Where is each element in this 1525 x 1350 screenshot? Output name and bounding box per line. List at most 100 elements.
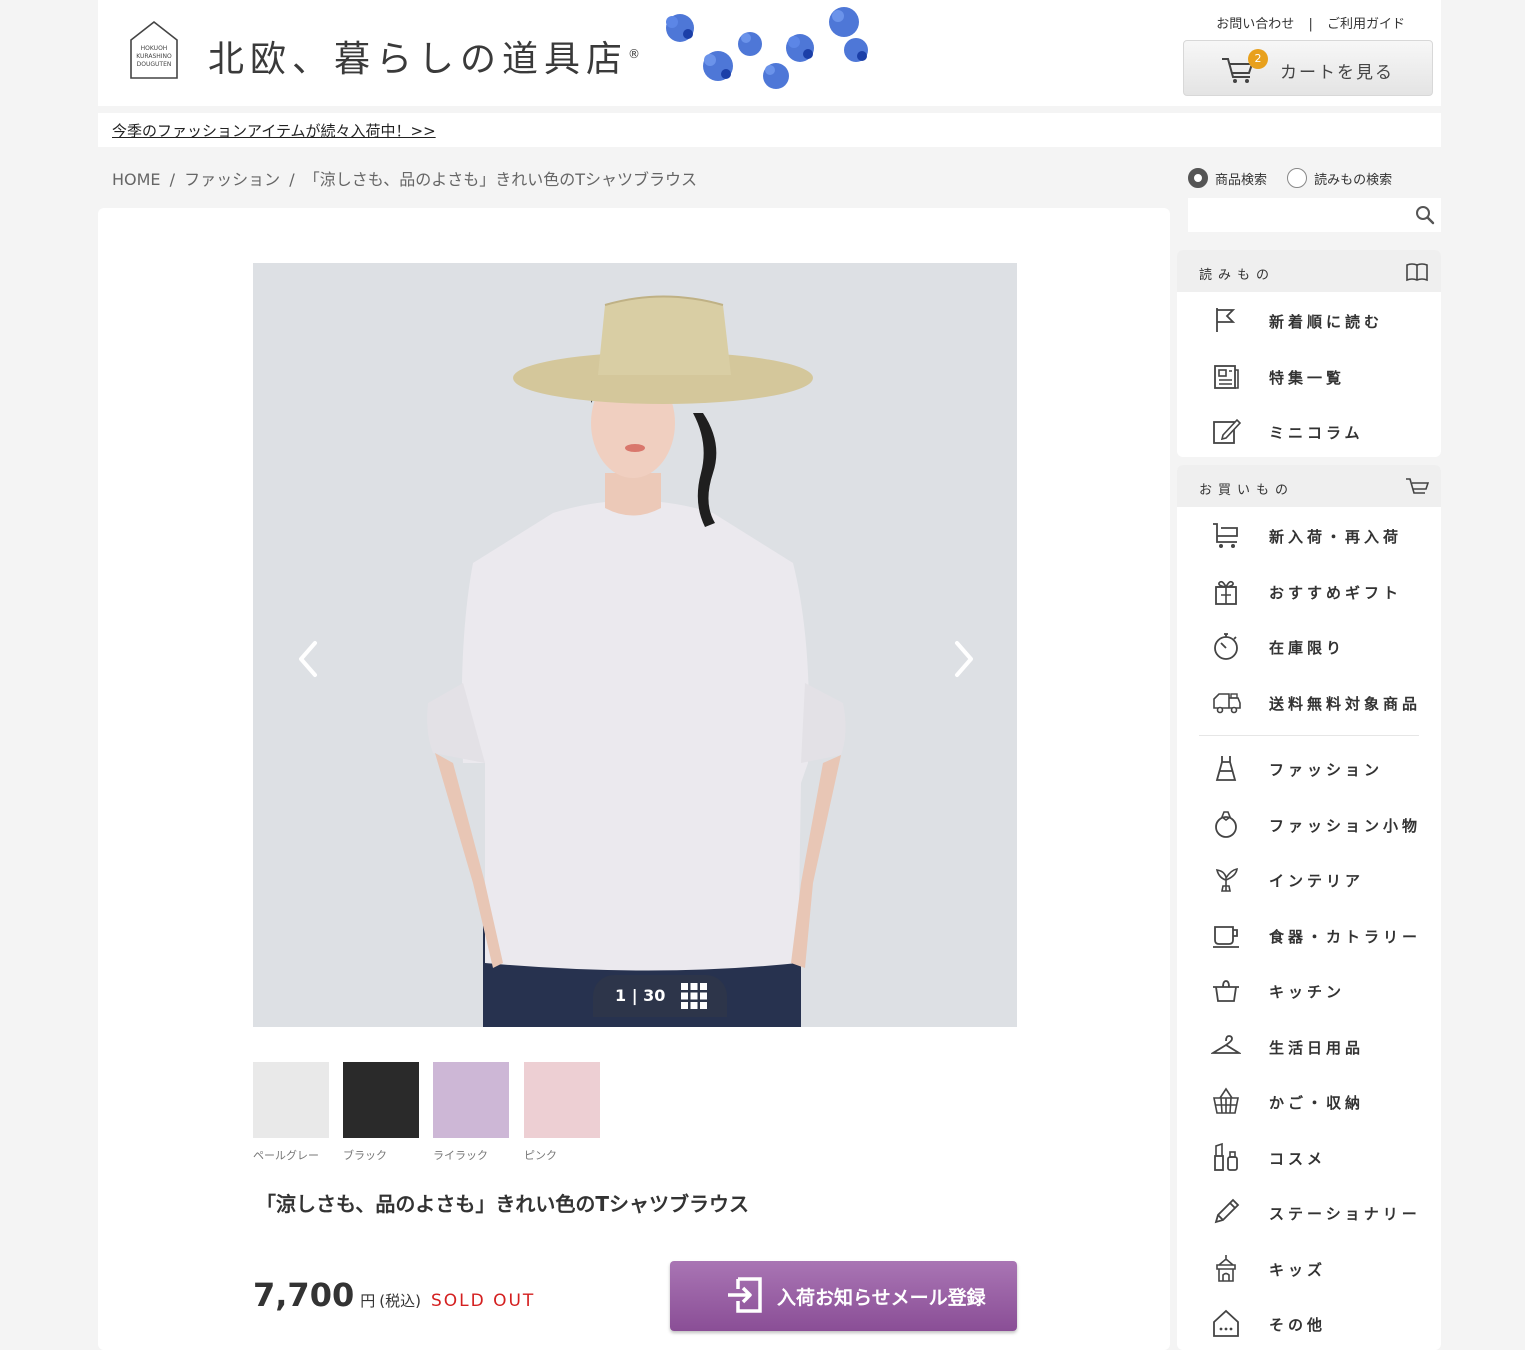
search-mode-group: 商品検索 読みもの検索 bbox=[1188, 168, 1408, 192]
sidebar-item-interior[interactable]: インテリア bbox=[1177, 851, 1441, 907]
view-cart-button[interactable]: 2 カートを見る bbox=[1183, 40, 1433, 96]
color-thumbnail[interactable] bbox=[253, 1062, 329, 1138]
notice-bar: 今季のファッションアイテムが続々入荷中！>> bbox=[98, 113, 1441, 147]
cart-new-icon bbox=[1211, 520, 1241, 550]
svg-text:KURASHINO: KURASHINO bbox=[136, 53, 172, 60]
product-price: 7,700 bbox=[253, 1276, 355, 1314]
sidebar-item-label: 在庫限り bbox=[1269, 639, 1346, 657]
sidebar-item-kitchen[interactable]: キッチン bbox=[1177, 962, 1441, 1018]
gift-icon bbox=[1211, 576, 1241, 606]
price-unit: 円 bbox=[360, 1292, 376, 1310]
registered-mark: ® bbox=[628, 47, 641, 61]
cart-icon bbox=[1405, 476, 1429, 498]
sidebar-item-free-shipping[interactable]: 送料無料対象商品 bbox=[1177, 674, 1441, 730]
color-thumbnail[interactable] bbox=[433, 1062, 509, 1138]
site-logo-text[interactable]: 北欧、暮らしの道具店® bbox=[208, 30, 640, 82]
sidebar-shopping-title: お買いもの bbox=[1199, 483, 1295, 498]
search-mode-product-radio[interactable]: 商品検索 bbox=[1188, 168, 1267, 188]
cup-icon bbox=[1211, 920, 1241, 950]
sidebar-item-fashion[interactable]: ファッション bbox=[1177, 740, 1441, 796]
newspaper-icon bbox=[1211, 361, 1241, 391]
breadcrumb-separator: / bbox=[169, 170, 176, 189]
search-mode-reading-radio[interactable]: 読みもの検索 bbox=[1287, 168, 1392, 188]
sidebar-shopping-panel: お買いもの 新入荷・再入荷 おすすめギフト 在庫限り 送料無料対象商品 ファッションフ… bbox=[1177, 465, 1441, 1350]
breadcrumb-separator: / bbox=[289, 170, 295, 189]
gallery-current-index: 1 bbox=[615, 986, 627, 1005]
house-icon bbox=[1211, 1308, 1241, 1338]
breadcrumb-fashion[interactable]: ファッション bbox=[184, 170, 280, 189]
sidebar-item-label: キッズ bbox=[1269, 1260, 1327, 1279]
breadcrumb-home[interactable]: HOME bbox=[112, 170, 161, 189]
sidebar-item-limited-stock[interactable]: 在庫限り bbox=[1177, 618, 1441, 674]
sidebar-item-label: コスメ bbox=[1269, 1149, 1327, 1168]
sidebar-item-label: ステーショナリー bbox=[1269, 1205, 1421, 1223]
color-thumbnail-label: ライラック bbox=[433, 1149, 488, 1162]
pen-icon bbox=[1211, 1197, 1241, 1227]
breadcrumb: HOME / ファッション / 「涼しさも、品のよさも」きれい色のTシャツブラウ… bbox=[112, 166, 701, 190]
sidebar-item-gifts[interactable]: おすすめギフト bbox=[1177, 563, 1441, 619]
sidebar-reading-header: 読みもの bbox=[1177, 250, 1441, 292]
sidebar-item-label: かご・収納 bbox=[1269, 1094, 1365, 1112]
contact-link[interactable]: お問い合わせ bbox=[1216, 13, 1294, 32]
sidebar-item-baskets-storage[interactable]: かご・収納 bbox=[1177, 1073, 1441, 1129]
flower-decoration-image bbox=[658, 4, 888, 100]
pot-icon bbox=[1211, 975, 1241, 1005]
search-icon[interactable] bbox=[1415, 205, 1435, 225]
basket-icon bbox=[1211, 1086, 1241, 1116]
sidebar-item-stationery[interactable]: ステーショナリー bbox=[1177, 1184, 1441, 1240]
color-thumbnail-label: ペールグレー bbox=[253, 1149, 319, 1162]
radio-unselected-icon bbox=[1287, 168, 1308, 188]
radio-selected-icon bbox=[1188, 168, 1208, 188]
flag-icon bbox=[1211, 305, 1241, 335]
sidebar-item-others[interactable]: その他 bbox=[1177, 1295, 1441, 1350]
sidebar-item-label: 新着順に読む bbox=[1269, 313, 1384, 331]
kids-icon bbox=[1211, 1253, 1241, 1283]
pencil-note-icon bbox=[1211, 416, 1241, 446]
sidebar-item-kids[interactable]: キッズ bbox=[1177, 1240, 1441, 1296]
restock-notify-button[interactable]: 入荷お知らせメール登録 bbox=[670, 1261, 1017, 1331]
sidebar-item-new-articles[interactable]: 新着順に読む bbox=[1177, 292, 1441, 348]
sidebar-item-label: ファッション bbox=[1269, 761, 1384, 779]
svg-text:HOKUOH: HOKUOH bbox=[141, 45, 168, 52]
product-card: 1 | 30 ペールグレー ブラック ライラック ピンク 「涼しさも、品のよさも」きれ… bbox=[98, 208, 1170, 1350]
gallery-total-count: 30 bbox=[643, 986, 666, 1005]
sidebar-item-fashion-accessories[interactable]: ファッション小物 bbox=[1177, 796, 1441, 852]
sidebar-item-mini-column[interactable]: ミニコラム bbox=[1177, 403, 1441, 457]
color-thumbnail-label: ブラック bbox=[343, 1149, 387, 1162]
product-main-image[interactable]: 1 | 30 bbox=[253, 263, 1017, 1027]
sidebar-reading-panel: 読みもの 新着順に読む特集一覧ミニコラム bbox=[1177, 250, 1441, 457]
sidebar-item-cosmetics[interactable]: コスメ bbox=[1177, 1129, 1441, 1185]
svg-text:DOUGUTEN: DOUGUTEN bbox=[137, 61, 172, 68]
fashion-arrivals-link[interactable]: 今季のファッションアイテムが続々入荷中！>> bbox=[112, 120, 436, 141]
guide-link[interactable]: ご利用ガイド bbox=[1327, 13, 1405, 32]
sold-out-status: SOLD OUT bbox=[430, 1291, 536, 1311]
color-thumbnail[interactable] bbox=[524, 1062, 600, 1138]
sidebar-item-label: キッチン bbox=[1269, 983, 1346, 1001]
color-thumbnail-label: ピンク bbox=[524, 1149, 557, 1162]
sidebar-item-daily-goods[interactable]: 生活日用品 bbox=[1177, 1018, 1441, 1074]
sidebar-item-label: インテリア bbox=[1269, 872, 1365, 890]
sidebar-item-label: 新入荷・再入荷 bbox=[1269, 528, 1403, 546]
grid-view-icon[interactable] bbox=[681, 983, 707, 1009]
sign-in-arrow-icon bbox=[726, 1277, 766, 1313]
gallery-counter-text: 1 | 30 bbox=[615, 986, 665, 1005]
sidebar-item-label: その他 bbox=[1269, 1316, 1327, 1334]
price-row: 7,700 円 (税込) SOLD OUT bbox=[253, 1276, 535, 1314]
sidebar-category-list: ファッションファッション小物インテリア食器・カトラリー キッチン生活日用品かご・収… bbox=[1177, 740, 1441, 1350]
sidebar-item-features[interactable]: 特集一覧 bbox=[1177, 348, 1441, 404]
search-mode-product-label: 商品検索 bbox=[1215, 172, 1268, 188]
sidebar-item-label: ミニコラム bbox=[1269, 424, 1364, 442]
hanger-icon bbox=[1211, 1031, 1241, 1061]
gallery-prev-arrow-icon[interactable] bbox=[295, 639, 325, 679]
search-mode-reading-label: 読みもの検索 bbox=[1314, 172, 1393, 188]
sidebar-reading-title: 読みもの bbox=[1199, 268, 1276, 283]
gallery-counter[interactable]: 1 | 30 bbox=[593, 975, 727, 1017]
logo-house-icon[interactable]: HOKUOH KURASHINO DOUGUTEN bbox=[128, 20, 180, 80]
sidebar-item-new-arrivals[interactable]: 新入荷・再入荷 bbox=[1177, 507, 1441, 563]
sidebar-item-label: 食器・カトラリー bbox=[1269, 927, 1422, 946]
sidebar-item-tableware[interactable]: 食器・カトラリー bbox=[1177, 907, 1441, 963]
gallery-next-arrow-icon[interactable] bbox=[947, 639, 977, 679]
search-input[interactable] bbox=[1188, 198, 1408, 232]
dress-icon bbox=[1211, 753, 1241, 783]
color-thumbnail[interactable] bbox=[343, 1062, 419, 1138]
